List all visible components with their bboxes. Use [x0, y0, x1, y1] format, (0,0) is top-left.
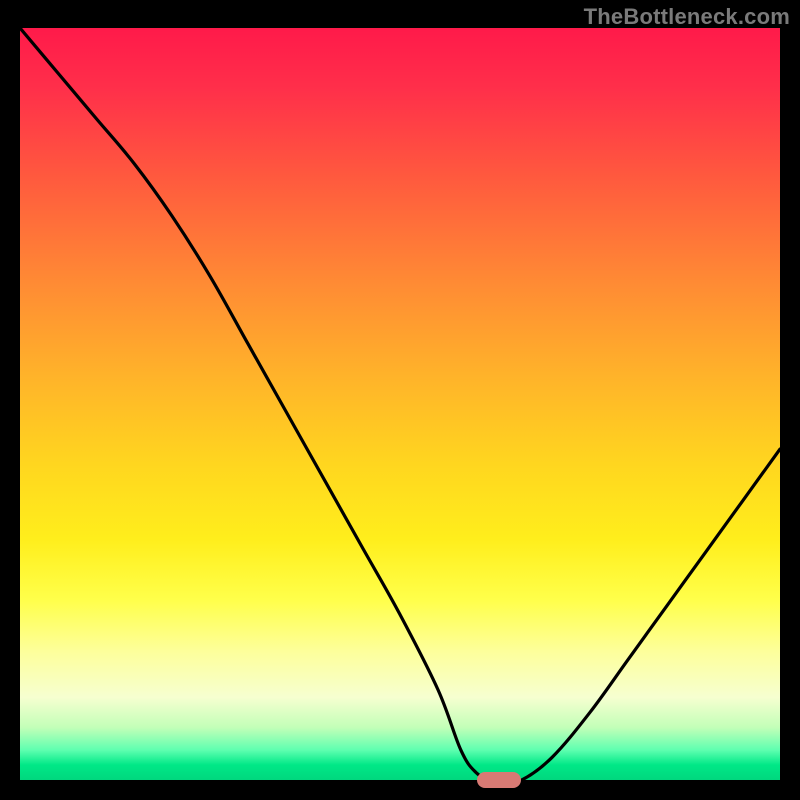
plot-area [20, 28, 780, 780]
watermark-text: TheBottleneck.com [584, 4, 790, 30]
bottleneck-curve [20, 28, 780, 780]
chart-frame: TheBottleneck.com [0, 0, 800, 800]
optimal-marker [477, 772, 521, 788]
